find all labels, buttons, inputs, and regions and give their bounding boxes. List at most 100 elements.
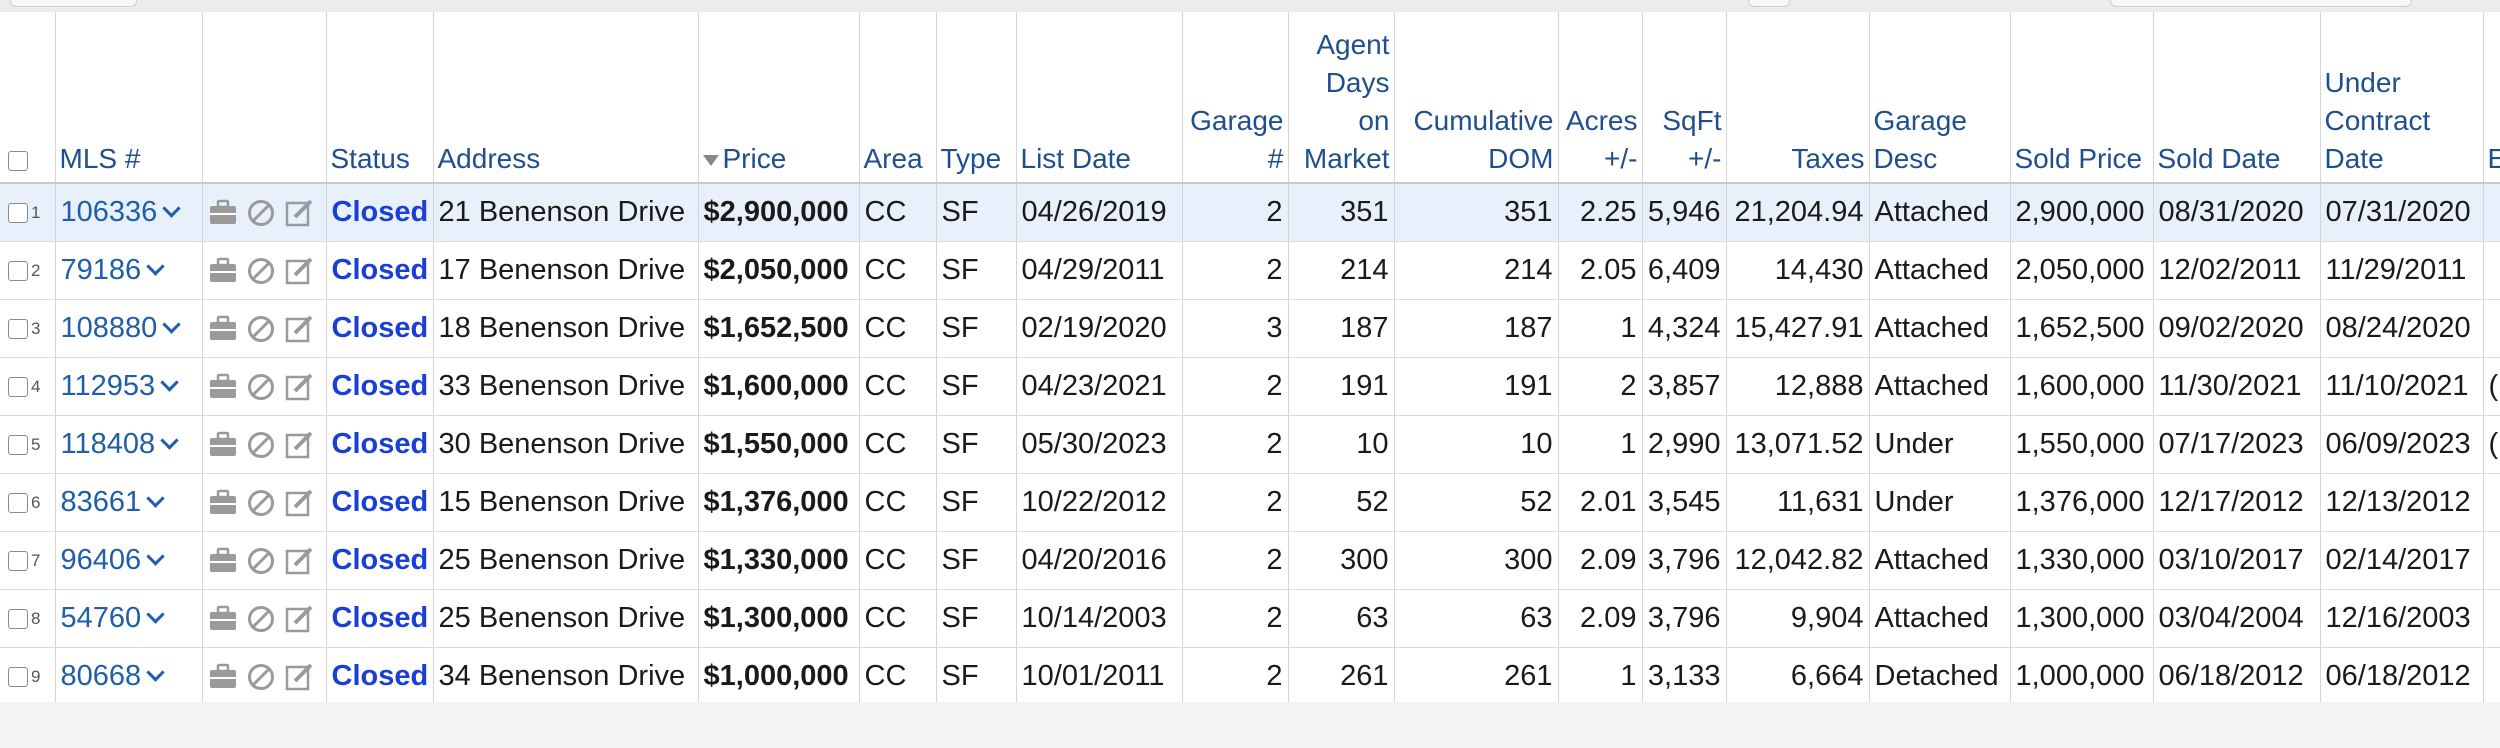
row-checkbox[interactable] bbox=[8, 318, 28, 339]
toolbar-tab-mid[interactable] bbox=[1748, 0, 1790, 7]
col-header-extra[interactable]: E Z bbox=[2483, 12, 2500, 184]
edit-icon[interactable] bbox=[284, 198, 314, 228]
row-select-cell[interactable]: 6 bbox=[0, 473, 56, 532]
edit-icon[interactable] bbox=[284, 430, 314, 460]
mls-number[interactable]: 108880 bbox=[61, 312, 158, 344]
row-select-cell[interactable]: 9 bbox=[0, 647, 56, 702]
table-row[interactable]: 4 112953 Closed 33 Benenson Drive $1,600… bbox=[0, 357, 2500, 416]
mls-number[interactable]: 79186 bbox=[61, 254, 142, 286]
col-header-sold-price[interactable]: Sold Price bbox=[2010, 12, 2154, 184]
chevron-down-icon[interactable] bbox=[160, 431, 179, 450]
table-row[interactable]: 9 80668 Closed 34 Benenson Drive $1,000,… bbox=[0, 647, 2500, 702]
edit-icon[interactable] bbox=[284, 604, 314, 634]
row-checkbox[interactable] bbox=[8, 260, 28, 281]
col-header-acres[interactable]: Acres +/- bbox=[1558, 12, 1643, 184]
chevron-down-icon[interactable] bbox=[160, 373, 179, 392]
mls-link[interactable]: 54760 bbox=[55, 589, 203, 648]
row-select-cell[interactable]: 4 bbox=[0, 357, 56, 416]
chevron-down-icon[interactable] bbox=[146, 605, 165, 624]
mls-number[interactable]: 106336 bbox=[61, 196, 158, 228]
table-row[interactable]: 5 118408 Closed 30 Benenson Drive $1,550… bbox=[0, 415, 2500, 474]
briefcase-icon[interactable] bbox=[208, 546, 238, 576]
chevron-down-icon[interactable] bbox=[146, 663, 165, 682]
block-icon[interactable] bbox=[246, 662, 276, 692]
col-header-type[interactable]: Type bbox=[936, 12, 1017, 184]
block-icon[interactable] bbox=[246, 604, 276, 634]
row-select-cell[interactable]: 5 bbox=[0, 415, 56, 474]
edit-icon[interactable] bbox=[284, 546, 314, 576]
row-checkbox[interactable] bbox=[8, 434, 28, 455]
briefcase-icon[interactable] bbox=[208, 372, 238, 402]
table-row[interactable]: 7 96406 Closed 25 Benenson Drive $1,330,… bbox=[0, 531, 2500, 590]
briefcase-icon[interactable] bbox=[208, 662, 238, 692]
row-select-cell[interactable]: 3 bbox=[0, 299, 56, 358]
edit-icon[interactable] bbox=[284, 662, 314, 692]
mls-link[interactable]: 83661 bbox=[55, 473, 203, 532]
table-row[interactable]: 2 79186 Closed 17 Benenson Drive $2,050,… bbox=[0, 241, 2500, 300]
col-header-under-contract[interactable]: Under Contract Date bbox=[2320, 12, 2484, 184]
chevron-down-icon[interactable] bbox=[146, 547, 165, 566]
table-row[interactable]: 3 108880 Closed 18 Benenson Drive $1,652… bbox=[0, 299, 2500, 358]
row-checkbox[interactable] bbox=[8, 376, 28, 397]
mls-link[interactable]: 80668 bbox=[55, 647, 203, 702]
toolbar-tab-left[interactable] bbox=[10, 0, 137, 7]
mls-number[interactable]: 83661 bbox=[61, 486, 142, 518]
mls-link[interactable]: 108880 bbox=[55, 299, 203, 358]
select-all-header[interactable] bbox=[0, 12, 56, 184]
edit-icon[interactable] bbox=[284, 256, 314, 286]
row-checkbox[interactable] bbox=[8, 666, 28, 687]
briefcase-icon[interactable] bbox=[208, 256, 238, 286]
row-select-cell[interactable]: 2 bbox=[0, 241, 56, 300]
mls-number[interactable]: 54760 bbox=[61, 602, 142, 634]
briefcase-icon[interactable] bbox=[208, 198, 238, 228]
col-header-taxes[interactable]: Taxes bbox=[1726, 12, 1870, 184]
block-icon[interactable] bbox=[246, 488, 276, 518]
row-select-cell[interactable]: 1 bbox=[0, 183, 56, 242]
briefcase-icon[interactable] bbox=[208, 488, 238, 518]
chevron-down-icon[interactable] bbox=[162, 315, 181, 334]
col-header-garage-desc[interactable]: Garage Desc bbox=[1869, 12, 2011, 184]
table-row[interactable]: 8 54760 Closed 25 Benenson Drive $1,300,… bbox=[0, 589, 2500, 648]
chevron-down-icon[interactable] bbox=[146, 257, 165, 276]
mls-link[interactable]: 79186 bbox=[55, 241, 203, 300]
block-icon[interactable] bbox=[246, 430, 276, 460]
edit-icon[interactable] bbox=[284, 372, 314, 402]
briefcase-icon[interactable] bbox=[208, 314, 238, 344]
block-icon[interactable] bbox=[246, 314, 276, 344]
col-header-sqft[interactable]: SqFt +/- bbox=[1642, 12, 1727, 184]
col-header-sold-date[interactable]: Sold Date bbox=[2153, 12, 2321, 184]
mls-link[interactable]: 96406 bbox=[55, 531, 203, 590]
col-header-mls[interactable]: MLS # bbox=[55, 12, 203, 184]
row-checkbox[interactable] bbox=[8, 202, 28, 223]
row-checkbox[interactable] bbox=[8, 550, 28, 571]
mls-link[interactable]: 118408 bbox=[55, 415, 203, 474]
col-header-address[interactable]: Address bbox=[433, 12, 699, 184]
chevron-down-icon[interactable] bbox=[162, 199, 181, 218]
col-header-status[interactable]: Status bbox=[326, 12, 434, 184]
table-row[interactable]: 1 106336 Closed 21 Benenson Drive $2,900… bbox=[0, 183, 2500, 242]
mls-link[interactable]: 106336 bbox=[55, 183, 203, 242]
chevron-down-icon[interactable] bbox=[146, 489, 165, 508]
row-select-cell[interactable]: 8 bbox=[0, 589, 56, 648]
briefcase-icon[interactable] bbox=[208, 604, 238, 634]
col-header-cumulative-dom[interactable]: Cumulative DOM bbox=[1394, 12, 1559, 184]
edit-icon[interactable] bbox=[284, 314, 314, 344]
row-select-cell[interactable]: 7 bbox=[0, 531, 56, 590]
block-icon[interactable] bbox=[246, 198, 276, 228]
col-header-area[interactable]: Area bbox=[859, 12, 937, 184]
mls-number[interactable]: 112953 bbox=[61, 370, 156, 402]
row-checkbox[interactable] bbox=[8, 608, 28, 629]
col-header-list-date[interactable]: List Date bbox=[1016, 12, 1183, 184]
select-all-checkbox[interactable] bbox=[8, 150, 28, 171]
mls-number[interactable]: 80668 bbox=[61, 660, 142, 692]
mls-link[interactable]: 112953 bbox=[55, 357, 203, 416]
toolbar-tab-right[interactable] bbox=[2110, 0, 2412, 7]
col-header-agent-dom[interactable]: Agent Days on Market bbox=[1288, 12, 1395, 184]
col-header-garage-num[interactable]: Garage # bbox=[1182, 12, 1289, 184]
block-icon[interactable] bbox=[246, 372, 276, 402]
edit-icon[interactable] bbox=[284, 488, 314, 518]
block-icon[interactable] bbox=[246, 256, 276, 286]
briefcase-icon[interactable] bbox=[208, 430, 238, 460]
col-header-price[interactable]: Price bbox=[698, 12, 860, 184]
row-checkbox[interactable] bbox=[8, 492, 28, 513]
